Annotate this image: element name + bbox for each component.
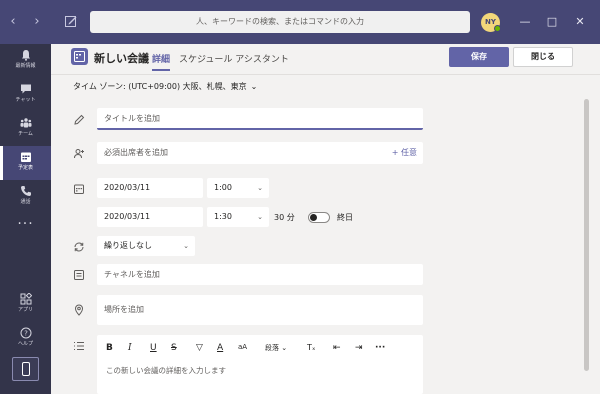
timezone-dropdown[interactable]: タイム ゾーン: (UTC+09:00) 大阪、札幌、東京 ⌄	[73, 81, 257, 92]
compose-icon[interactable]	[64, 14, 80, 30]
back-arrow-icon[interactable]: ‹	[6, 14, 20, 30]
bold-icon[interactable]: B	[106, 343, 113, 353]
app-rail: 最新情報 チャット チーム 予定表 通話 ··· アプリ ? ヘルプ	[0, 44, 51, 394]
channel-input[interactable]: チャネルを追加	[97, 264, 423, 285]
timezone-label: タイム ゾーン: (UTC+09:00) 大阪、札幌、東京	[73, 82, 247, 91]
save-button[interactable]: 保存	[449, 47, 509, 67]
clear-formatting-icon[interactable]: Tₓ	[307, 343, 315, 352]
help-icon: ?	[20, 327, 31, 339]
more-apps-icon[interactable]: ···	[0, 216, 51, 232]
bell-icon	[21, 50, 30, 61]
end-time-value: 1:30	[214, 212, 232, 221]
calendar-small-icon	[74, 184, 84, 194]
apps-icon	[20, 293, 32, 305]
title-input[interactable]: タイトルを追加	[97, 108, 423, 130]
rail-item-label: アプリ	[17, 307, 33, 313]
channel-icon	[74, 270, 84, 280]
rail-item-apps[interactable]: アプリ	[0, 288, 51, 322]
tab-scheduling-assistant[interactable]: スケジュール アシスタント	[179, 52, 289, 69]
all-day-toggle[interactable]	[308, 212, 330, 223]
italic-icon[interactable]: I	[128, 343, 132, 353]
strikethrough-icon[interactable]: S	[171, 343, 177, 353]
all-day-label: 終日	[337, 213, 353, 222]
end-time-dropdown[interactable]: 1:30 ⌄	[207, 207, 269, 227]
end-date-picker[interactable]: 2020/03/11	[97, 207, 203, 227]
details-placeholder: この新しい会議の詳細を入力します	[106, 366, 226, 375]
meeting-form: 新しい会議 詳細 スケジュール アシスタント 保存 閉じる タイム ゾーン: (…	[51, 44, 600, 394]
rail-item-calls[interactable]: 通話	[0, 180, 51, 214]
font-color-icon[interactable]: A	[217, 343, 223, 353]
location-input[interactable]: 場所を追加	[97, 295, 423, 325]
calendar-icon	[20, 152, 31, 162]
attendees-placeholder: 必須出席者を追加	[104, 148, 168, 157]
add-person-icon	[74, 149, 84, 159]
divider	[51, 74, 600, 75]
more-options-icon[interactable]: ···	[375, 343, 385, 353]
font-size-icon[interactable]: aA	[238, 343, 247, 351]
search-input[interactable]: 人、キーワードの検索、またはコマンドの入力	[90, 11, 470, 33]
start-time-dropdown[interactable]: 1:00 ⌄	[207, 178, 269, 198]
rail-item-label: チーム	[18, 131, 33, 137]
forward-arrow-icon[interactable]: ›	[30, 14, 44, 30]
underline-icon[interactable]: U	[150, 343, 157, 353]
chat-icon	[20, 84, 31, 94]
rail-item-label: 通話	[20, 199, 31, 205]
rail-item-label: チャット	[15, 97, 36, 103]
rail-item-label: 最新情報	[15, 63, 36, 69]
rail-item-calendar[interactable]: 予定表	[0, 146, 51, 180]
repeat-icon	[74, 242, 84, 252]
chevron-down-icon: ⌄	[250, 82, 258, 91]
start-date-picker[interactable]: 2020/03/11	[97, 178, 203, 198]
repeat-value: 繰り返しなし	[104, 241, 152, 250]
rail-item-label: ヘルプ	[17, 341, 33, 347]
start-time-value: 1:00	[214, 183, 232, 192]
close-window-icon[interactable]: ✕	[572, 14, 588, 30]
mobile-device-icon[interactable]	[12, 357, 39, 381]
chevron-down-icon: ⌄	[183, 242, 189, 250]
rail-item-chat[interactable]: チャット	[0, 78, 51, 112]
rail-item-activity[interactable]: 最新情報	[0, 44, 51, 78]
close-button[interactable]: 閉じる	[513, 47, 573, 67]
repeat-dropdown[interactable]: 繰り返しなし ⌄	[97, 236, 195, 256]
chevron-down-icon: ⌄	[257, 184, 263, 192]
paragraph-label: 段落	[265, 344, 279, 352]
rail-item-help[interactable]: ? ヘルプ	[0, 322, 51, 356]
duration-label: 30 分	[274, 213, 295, 222]
minimize-icon[interactable]: —	[517, 14, 533, 30]
pencil-icon	[74, 114, 85, 125]
calendar-badge-icon	[71, 48, 88, 65]
paragraph-dropdown[interactable]: 段落 ⌄	[265, 343, 287, 353]
chevron-down-icon: ⌄	[257, 213, 263, 221]
increase-indent-icon[interactable]: ⇥	[355, 343, 363, 353]
rail-item-label: 予定表	[17, 165, 33, 171]
teams-icon	[20, 118, 31, 128]
optional-attendees-link[interactable]: + 任意	[392, 142, 417, 164]
maximize-icon[interactable]: □	[544, 14, 560, 30]
rail-item-teams[interactable]: チーム	[0, 112, 51, 146]
svg-text:?: ?	[24, 330, 28, 338]
details-editor[interactable]: B I U S ▽ A aA 段落 ⌄ Tₓ ⇤ ⇥ ··· この新しい会議の詳…	[97, 335, 423, 394]
phone-icon	[20, 186, 31, 196]
attendees-input[interactable]: 必須出席者を追加 + 任意	[97, 142, 423, 164]
details-list-icon	[74, 342, 84, 350]
presence-status-icon	[494, 25, 501, 32]
location-pin-icon	[74, 304, 84, 316]
highlight-icon[interactable]: ▽	[196, 343, 203, 353]
page-title: 新しい会議	[94, 52, 149, 65]
decrease-indent-icon[interactable]: ⇤	[333, 343, 341, 353]
title-bar: ‹ › 人、キーワードの検索、またはコマンドの入力 NY — □ ✕	[0, 0, 600, 44]
meeting-header: 新しい会議 詳細 スケジュール アシスタント 保存 閉じる	[51, 44, 600, 74]
tab-details[interactable]: 詳細	[152, 52, 171, 71]
scrollbar[interactable]	[584, 99, 589, 371]
